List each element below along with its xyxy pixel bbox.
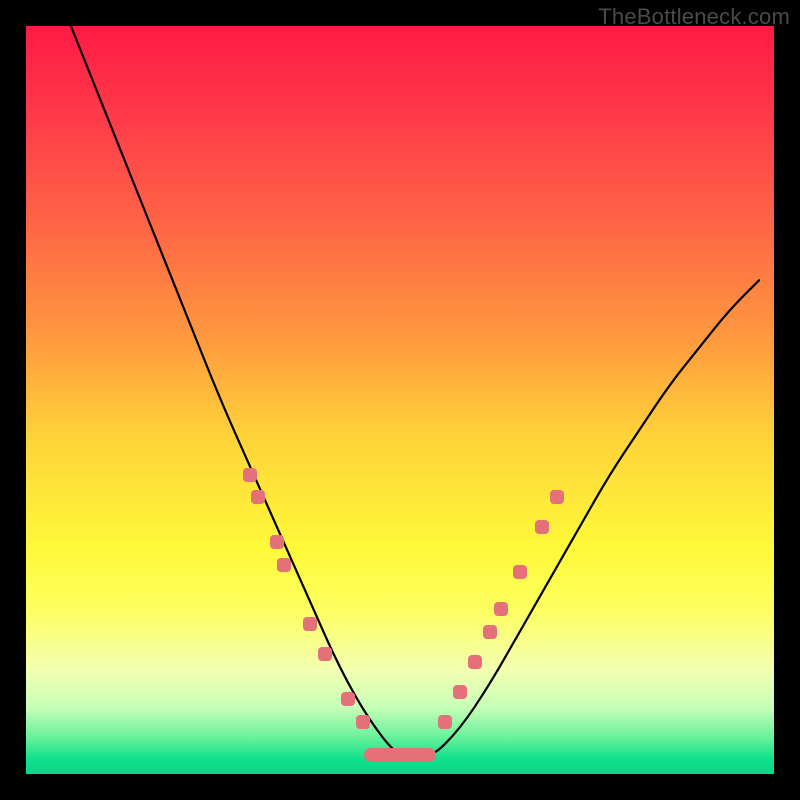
marker-left-5 [318, 647, 332, 661]
marker-bottom-pill [364, 748, 436, 762]
marker-right-3 [483, 625, 497, 639]
marker-right-6 [535, 520, 549, 534]
marker-left-4 [303, 617, 317, 631]
marker-left-2 [270, 535, 284, 549]
marker-left-1 [251, 490, 265, 504]
marker-left-0 [243, 468, 257, 482]
watermark-text: TheBottleneck.com [598, 4, 790, 30]
marker-right-4 [494, 602, 508, 616]
marker-right-1 [453, 685, 467, 699]
marker-right-0 [438, 715, 452, 729]
marker-left-3 [277, 558, 291, 572]
marker-right-2 [468, 655, 482, 669]
marker-right-5 [513, 565, 527, 579]
marker-right-7 [550, 490, 564, 504]
marker-left-7 [356, 715, 370, 729]
marker-left-6 [341, 692, 355, 706]
chart-plot-area [26, 26, 774, 774]
bottleneck-curve [26, 26, 774, 774]
chart-frame: TheBottleneck.com [0, 0, 800, 800]
